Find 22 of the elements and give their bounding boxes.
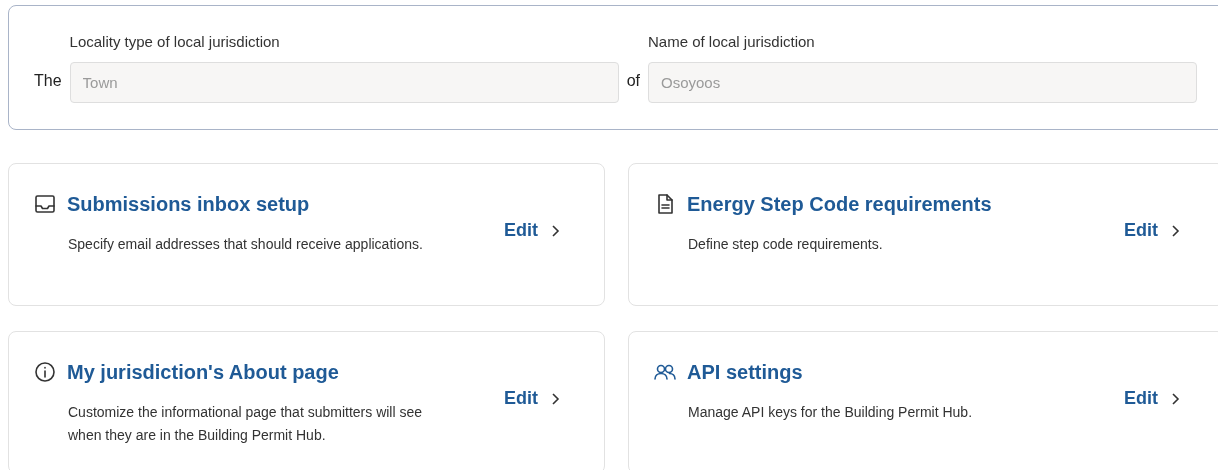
edit-link[interactable]: Edit [504,217,560,244]
joiner-text: of [626,71,640,91]
field-label: Name of local jurisdiction [647,31,816,52]
chevron-right-icon [1170,391,1180,406]
card-description: Manage API keys for the Building Permit Hub. [687,403,974,422]
field-label: Locality type of local jurisdiction [69,31,281,52]
chevron-right-icon [1170,223,1180,238]
card-title: My jurisdiction's About page [67,360,339,385]
inbox-icon [33,192,57,216]
card-description: Define step code requirements. [687,235,884,254]
edit-link[interactable]: Edit [1124,217,1180,244]
chevron-right-icon [550,391,560,406]
prefix-text: The [34,71,62,91]
card-title: Submissions inbox setup [67,192,310,217]
card-title: Energy Step Code requirements [687,192,992,217]
card-description: Customize the informational page that submitters will see when they are in the Building Permit Hub. [67,403,424,445]
chevron-right-icon [550,223,560,238]
card-title: API settings [687,360,803,385]
edit-link[interactable]: Edit [504,385,560,412]
edit-link[interactable]: Edit [1124,385,1180,412]
card-description: Specify email addresses that should receive applications. [67,235,424,254]
info-icon [33,360,57,384]
